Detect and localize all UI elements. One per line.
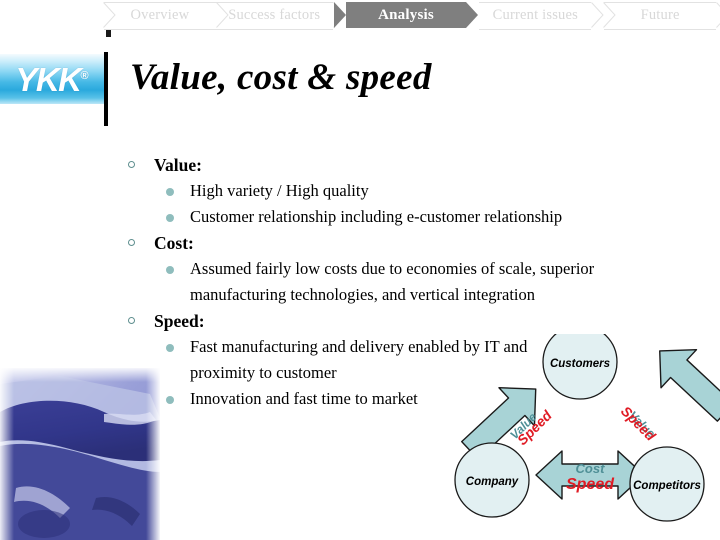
bullet-level1-label: Speed: <box>154 311 205 331</box>
nav-tab-future[interactable]: Future <box>603 2 720 30</box>
bullet-level1: Value: <box>126 152 692 178</box>
bullet-level2: High variety / High quality <box>126 178 692 204</box>
bullet-level2-label: Assumed fairly low costs due to economie… <box>190 259 595 304</box>
filled-dot-bullet-icon <box>166 344 174 352</box>
title-divider <box>104 52 108 126</box>
diagram-svg: Value Speed Value Speed Cost Speed Custo… <box>454 334 720 522</box>
hollow-circle-bullet-icon <box>128 161 135 168</box>
page-title: Value, cost & speed <box>130 57 432 98</box>
filled-dot-bullet-icon <box>166 214 174 222</box>
chevron-right-icon <box>466 2 479 28</box>
bullet-level2: Assumed fairly low costs due to economie… <box>126 256 692 308</box>
chevron-right-icon <box>716 2 720 28</box>
bullet-level1: Cost: <box>126 230 692 256</box>
photo-image <box>0 368 160 540</box>
filled-dot-bullet-icon <box>166 266 174 274</box>
node-company-label: Company <box>466 476 519 488</box>
node-competitors-label: Competitors <box>633 480 701 492</box>
bullet-level1-label: Value: <box>154 155 202 175</box>
node-customers-label: Customers <box>550 358 610 370</box>
bullet-level1-label: Cost: <box>154 233 194 253</box>
nav-tab-label: Overview <box>130 6 190 23</box>
arrow-bottom-speed-label: Speed <box>566 476 615 493</box>
bullet-level2-label: Customer relationship including e-custom… <box>190 207 563 226</box>
filled-dot-bullet-icon <box>166 396 174 404</box>
chevron-left-icon <box>103 2 116 28</box>
section-navigation-bar: Overview Success factors Analysis Curren… <box>103 2 720 30</box>
nav-tab-overview[interactable]: Overview <box>103 2 229 30</box>
nav-tab-label: Analysis <box>378 6 434 23</box>
chevron-left-icon <box>333 2 346 28</box>
arrow-right-speed-label: Speed <box>618 403 659 444</box>
bullet-level1: Speed: <box>126 308 692 334</box>
chevron-right-icon <box>215 2 229 28</box>
nav-tab-success-factors[interactable]: Success factors <box>215 2 346 30</box>
chevron-left-icon <box>603 2 616 28</box>
arrow-competitors-to-customers <box>659 349 720 422</box>
logo-text: YKK <box>15 60 82 98</box>
decorative-photo <box>0 368 160 540</box>
hollow-circle-bullet-icon <box>128 317 135 324</box>
ykk-logo: YKK® <box>0 54 104 104</box>
registered-trademark-icon: ® <box>80 69 89 82</box>
nav-tab-current-issues[interactable]: Current issues <box>479 2 604 30</box>
nav-tab-analysis[interactable]: Analysis <box>333 2 479 28</box>
nav-tab-label: Success factors <box>228 6 321 23</box>
arrow-bottom-cost-label: Cost <box>576 461 606 476</box>
filled-dot-bullet-icon <box>166 188 174 196</box>
slide-canvas: Overview Success factors Analysis Curren… <box>0 0 720 540</box>
value-cost-speed-diagram: Value Speed Value Speed Cost Speed Custo… <box>440 334 720 540</box>
logo-wordmark: YKK® <box>15 63 88 96</box>
hollow-circle-bullet-icon <box>128 239 135 246</box>
bullet-level2: Customer relationship including e-custom… <box>126 204 692 230</box>
nav-tab-label: Future <box>640 6 680 23</box>
nav-tab-label: Current issues <box>492 6 578 23</box>
bullet-level2-label: High variety / High quality <box>190 181 369 200</box>
